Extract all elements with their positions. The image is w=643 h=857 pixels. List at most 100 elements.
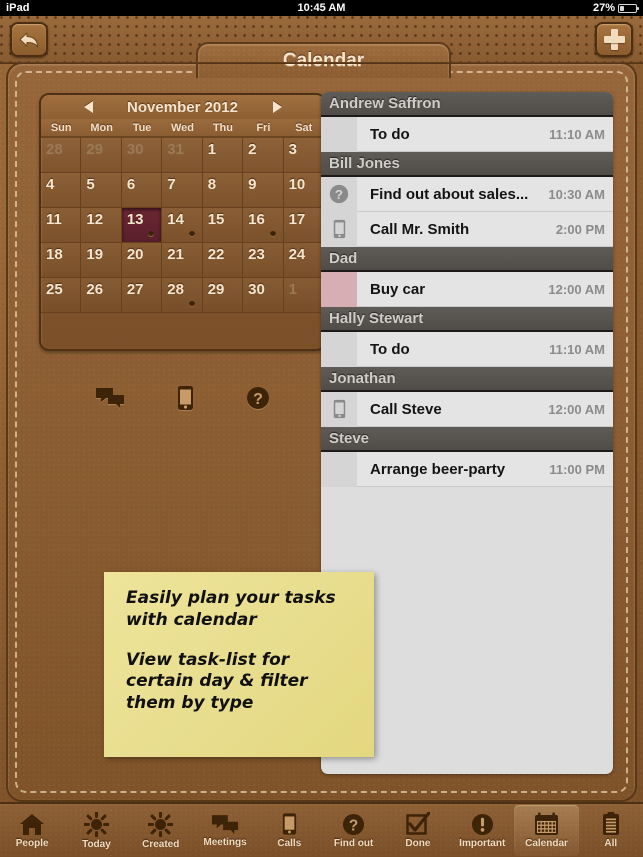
weekday-mon: Mon [90,122,113,134]
filter-calls-button[interactable] [177,385,194,411]
event-dot-icon [269,231,276,237]
triangle-right-icon [272,101,282,113]
battery-percent: 27% [592,2,615,14]
day-number: 7 [167,176,176,193]
day-cell[interactable]: 15 [202,208,244,243]
day-number: 27 [126,281,144,298]
day-number: 30 [126,141,144,158]
event-dot-icon [188,301,195,307]
event-dot-icon [148,231,155,237]
phone-icon [333,399,345,419]
contact-name: Andrew Saffron [329,95,441,112]
task-group-header[interactable]: Dad [321,247,613,272]
day-cell[interactable]: 22 [202,243,244,278]
day-cell[interactable]: 28 [162,278,203,313]
task-group-header[interactable]: Hally Stewart [321,307,613,332]
day-cell[interactable]: 2 [243,138,284,173]
day-cell[interactable]: 23 [243,243,284,278]
tab-label: Done [405,838,431,849]
chat-bubbles-icon [211,814,239,834]
day-cell[interactable]: 17 [283,208,324,243]
task-group-header[interactable]: Steve [321,427,613,452]
day-cell[interactable]: 25 [41,278,82,313]
day-cell-selected[interactable]: 13 [121,208,163,243]
day-cell[interactable]: 29 [81,138,122,173]
task-title: Find out about sales... [370,185,529,203]
task-row[interactable]: Arrange beer-party 11:00 PM [321,451,613,487]
day-cell[interactable]: 21 [162,243,203,278]
prev-month-button[interactable] [79,99,97,115]
tab-today[interactable]: Today [64,805,128,856]
day-cell[interactable]: 27 [121,278,163,313]
day-cell[interactable]: 4 [41,173,82,208]
clipboard-icon [602,812,619,835]
day-cell[interactable]: 3 [283,138,324,173]
phone-icon [178,386,193,410]
day-cell[interactable]: 18 [41,243,82,278]
day-cell[interactable]: 8 [202,173,244,208]
question-mark-icon: ? [329,184,349,204]
nav-bar: Calendar [0,16,643,78]
day-cell[interactable]: 1 [202,138,244,173]
task-row[interactable]: ? Find out about sales... 10:30 AM [321,176,613,212]
tab-meetings[interactable]: Meetings [193,805,257,856]
filter-meetings-button[interactable] [95,387,125,409]
tab-people[interactable]: People [0,805,64,856]
day-cell[interactable]: 16 [243,208,284,243]
day-cell[interactable]: 1 [283,278,324,313]
tab-calls[interactable]: Calls [257,805,321,856]
tab-done[interactable]: Done [386,805,450,856]
day-number: 10 [288,176,306,193]
page-title: Calendar [196,42,451,78]
day-cell[interactable]: 12 [81,208,122,243]
task-row[interactable]: Call Steve 12:00 AM [321,391,613,427]
day-cell[interactable]: 31 [162,138,203,173]
task-row[interactable]: Buy car 12:00 AM [321,271,613,307]
tab-label: All [604,838,618,849]
weekday-tue: Tue [132,122,152,134]
task-group-header[interactable]: Bill Jones [321,152,613,177]
battery-status: 27% [592,0,639,16]
day-cell[interactable]: 29 [202,278,244,313]
task-group-header[interactable]: Jonathan [321,367,613,392]
day-number: 18 [46,246,63,263]
day-number: 14 [167,211,184,228]
task-group-header[interactable]: Andrew Saffron [321,92,613,117]
back-button[interactable] [10,22,48,57]
task-row[interactable]: To do 11:10 AM [321,116,613,152]
day-cell[interactable]: 14 [162,208,203,243]
day-cell[interactable]: 19 [81,243,122,278]
task-title: To do [370,125,410,143]
task-row[interactable]: To do 11:10 AM [321,331,613,367]
day-cell[interactable]: 7 [162,173,203,208]
triangle-left-icon [83,101,93,113]
filter-findout-button[interactable]: ? [246,386,270,410]
day-cell[interactable]: 30 [121,138,163,173]
next-month-button[interactable] [268,99,286,115]
task-type-icon [321,331,357,367]
tab-important[interactable]: Important [450,805,514,856]
tab-find-out[interactable]: ? Find out [321,805,385,856]
day-cell[interactable]: 9 [243,173,284,208]
day-cell[interactable]: 26 [81,278,122,313]
day-cell[interactable]: 20 [121,243,163,278]
tab-created[interactable]: Created [129,805,193,856]
day-cell[interactable]: 6 [121,173,163,208]
task-row[interactable]: Call Mr. Smith 2:00 PM [321,211,613,247]
day-cell[interactable]: 30 [243,278,284,313]
day-cell[interactable]: 11 [41,208,82,243]
day-cell[interactable]: 24 [283,243,324,278]
tab-calendar[interactable]: Calendar [514,805,579,856]
task-type-icon [321,211,357,247]
day-number: 1 [288,281,297,298]
day-number: 12 [86,211,104,228]
day-number: 16 [248,211,265,228]
tab-label: Find out [333,837,374,849]
day-number: 6 [126,176,136,193]
day-cell[interactable]: 10 [283,173,324,208]
calendar-icon [535,812,559,835]
day-cell[interactable]: 28 [41,138,82,173]
day-cell[interactable]: 5 [81,173,122,208]
add-button[interactable] [595,22,633,57]
tab-all[interactable]: All [579,805,643,856]
